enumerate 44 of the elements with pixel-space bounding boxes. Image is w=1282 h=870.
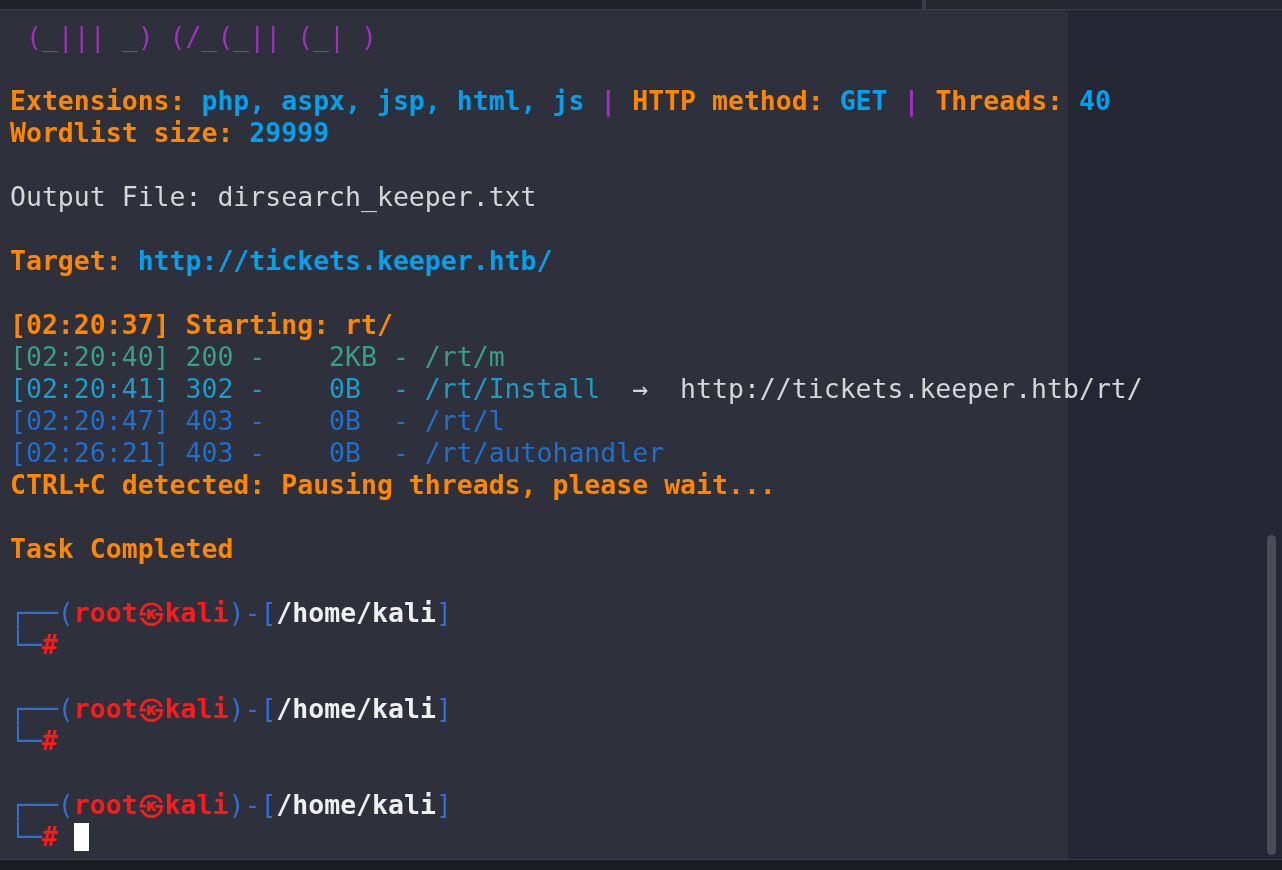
terminal-text: Task Completed xyxy=(10,533,234,565)
terminal-text: (_||| _) (/_(_|| (_| ) xyxy=(24,21,377,53)
terminal-text: 40 xyxy=(1079,85,1111,117)
terminal-text: → http://tickets.keeper.htb/rt/ xyxy=(631,373,1143,405)
terminal-text: [02:20:37] Starting: rt/ xyxy=(10,309,393,341)
terminal-text: Output File: dirsearch_keeper.txt xyxy=(10,181,537,213)
terminal-text: | xyxy=(902,85,921,117)
scrollbar[interactable] xyxy=(1267,535,1276,855)
terminal-text: HTTP method: xyxy=(632,85,825,117)
terminal-text: /home/kali xyxy=(276,789,436,821)
terminal-text: )-[ xyxy=(228,693,277,725)
terminal-text: http://tickets.keeper.htb/ xyxy=(137,245,553,277)
terminal-text: | xyxy=(599,85,618,117)
terminal-text: root㉿kali xyxy=(73,693,229,725)
terminal-text: ┌──( xyxy=(10,789,74,821)
terminal-text: root㉿kali xyxy=(73,597,229,629)
terminal-text: Target: xyxy=(10,245,123,277)
terminal-text: [02:20:47] 403 - 0B - /rt/l xyxy=(10,405,505,437)
terminal-text: └─ xyxy=(10,725,42,757)
terminal-text: ┌──( xyxy=(10,597,74,629)
terminal-text: Extensions: xyxy=(10,85,187,117)
terminal-text: CTRL+C detected: Pausing threads, please wait... xyxy=(10,469,776,501)
terminal-text: [02:20:40] 200 - 2KB - /rt/m xyxy=(10,341,505,373)
terminal-text: ┌──( xyxy=(10,693,74,725)
terminal-text: # xyxy=(41,821,58,853)
terminal-text: root㉿kali xyxy=(73,789,229,821)
terminal-text: └─ xyxy=(10,629,42,661)
terminal-text: 29999 xyxy=(249,117,330,149)
terminal-text: /home/kali xyxy=(276,693,436,725)
terminal-text: ] xyxy=(435,597,452,629)
terminal-text: # xyxy=(41,629,58,661)
terminal-text: [02:20:41] 302 - 0B - /rt/Install xyxy=(10,373,601,405)
terminal-text: )-[ xyxy=(228,789,277,821)
terminal-text: ] xyxy=(435,693,452,725)
terminal-text: ] xyxy=(435,789,452,821)
terminal-text: php, aspx, jsp, html, js xyxy=(201,85,585,117)
terminal-text: Wordlist size: xyxy=(10,117,235,149)
terminal-text: )-[ xyxy=(228,597,277,629)
terminal-text: # xyxy=(41,725,58,757)
terminal-text: GET xyxy=(839,85,888,117)
terminal-text: /home/kali xyxy=(276,597,436,629)
terminal-text: └─ xyxy=(10,821,42,853)
terminal-text: [02:26:21] 403 - 0B - /rt/autohandler xyxy=(10,437,665,469)
terminal-text: Threads: xyxy=(935,85,1065,117)
